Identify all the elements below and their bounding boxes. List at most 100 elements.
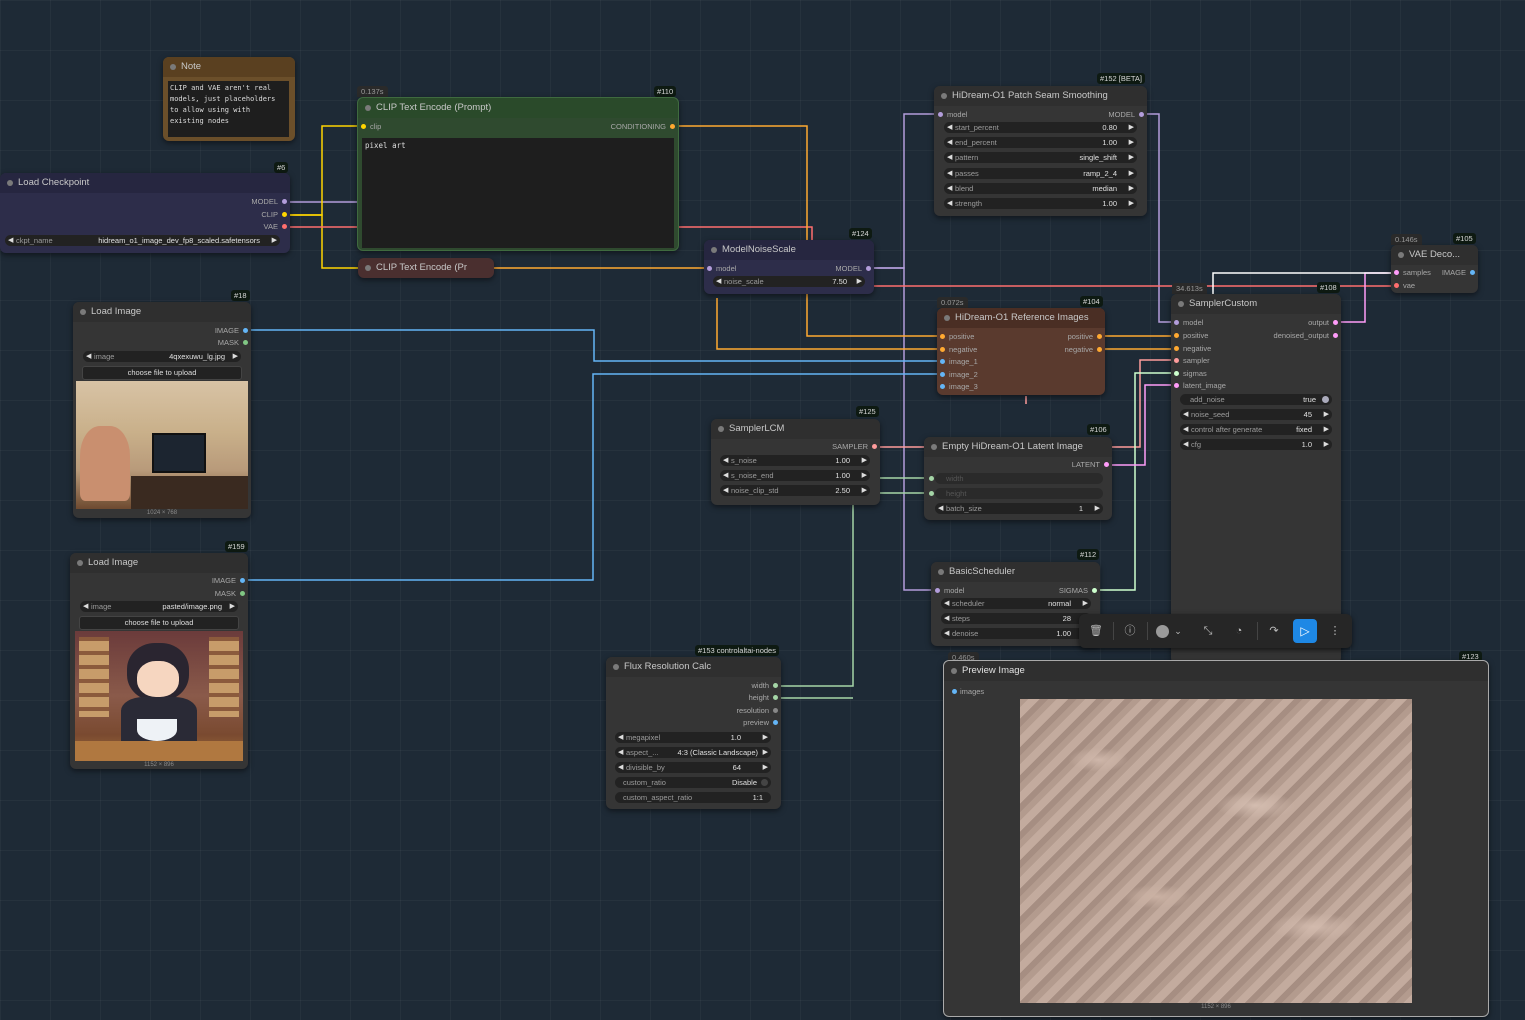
input-model-dot[interactable]	[707, 266, 712, 271]
arrow-left-icon[interactable]: ◀	[947, 122, 952, 133]
end-percent-widget[interactable]: ◀ end_percent 1.00 ▶	[944, 137, 1137, 148]
custom-ratio-toggle[interactable]: custom_ratio Disable	[615, 777, 771, 788]
arrow-left-icon[interactable]: ◀	[947, 137, 952, 148]
s-noise-widget[interactable]: ◀ s_noise 1.00 ▶	[720, 455, 870, 466]
arrow-right-icon[interactable]: ▶	[1083, 598, 1088, 609]
output-clip-dot[interactable]	[282, 212, 287, 217]
aspect-ratio-widget[interactable]: ◀ aspect_... 4:3 (Classic Landscape) ▶	[615, 747, 771, 758]
custom-aspect-ratio-widget[interactable]: custom_aspect_ratio 1:1	[615, 792, 771, 803]
output-latent-dot[interactable]	[1104, 462, 1109, 467]
arrow-left-icon[interactable]: ◀	[723, 455, 728, 466]
chevron-down-icon[interactable]: ⌄	[1169, 622, 1187, 640]
arrow-right-icon[interactable]: ▶	[233, 351, 238, 362]
arrow-right-icon[interactable]: ▶	[1095, 503, 1100, 514]
arrow-left-icon[interactable]: ◀	[86, 351, 91, 362]
input-samples-dot[interactable]	[1394, 270, 1399, 275]
megapixel-widget[interactable]: ◀ megapixel 1.0 ▶	[615, 732, 771, 743]
arrow-right-icon[interactable]: ▶	[1129, 152, 1134, 163]
arrow-left-icon[interactable]: ◀	[947, 152, 952, 163]
input-negative-dot[interactable]	[1174, 346, 1179, 351]
add-noise-toggle[interactable]: add_noise true	[1180, 394, 1332, 405]
arrow-left-icon[interactable]: ◀	[947, 198, 952, 209]
flux-resolution-node[interactable]: Flux Resolution Calc width height resolu…	[606, 657, 781, 809]
arrow-left-icon[interactable]: ◀	[723, 470, 728, 481]
sampler-lcm-node[interactable]: SamplerLCM SAMPLER ◀ s_noise 1.00 ▶ ◀ s_nois…	[711, 419, 880, 505]
arrow-right-icon[interactable]: ▶	[1129, 168, 1134, 179]
input-image-3-dot[interactable]	[940, 384, 945, 389]
prompt-textarea[interactable]: pixel art	[362, 138, 674, 248]
arrow-left-icon[interactable]: ◀	[947, 183, 952, 194]
input-positive-dot[interactable]	[940, 334, 945, 339]
arrow-left-icon[interactable]: ◀	[618, 762, 623, 773]
redo-icon[interactable]: ↷	[1265, 622, 1283, 640]
output-model-dot[interactable]	[866, 266, 871, 271]
arrow-right-icon[interactable]: ▶	[1324, 409, 1329, 420]
input-latent-image-dot[interactable]	[1174, 383, 1179, 388]
input-height-dot[interactable]	[929, 491, 934, 496]
arrow-left-icon[interactable]: ◀	[944, 613, 949, 624]
arrow-left-icon[interactable]: ◀	[938, 503, 943, 514]
passes-widget[interactable]: ◀ passes ramp_2_4 ▶	[944, 168, 1137, 179]
output-positive-dot[interactable]	[1097, 334, 1102, 339]
note-node[interactable]: Note CLIP and VAE aren't real models, ju…	[163, 57, 295, 141]
output-sampler-dot[interactable]	[872, 444, 877, 449]
fit-view-icon[interactable]: ⤡	[1199, 622, 1217, 640]
input-positive-dot[interactable]	[1174, 333, 1179, 338]
arrow-left-icon[interactable]: ◀	[618, 732, 623, 743]
arrow-right-icon[interactable]: ▶	[857, 276, 862, 287]
arrow-left-icon[interactable]: ◀	[944, 628, 949, 639]
input-image-1-dot[interactable]	[940, 359, 945, 364]
load-image-node[interactable]: Load Image IMAGE MASK ◀ image 4qxexuwu_l…	[73, 302, 251, 518]
sampler-custom-node[interactable]: SamplerCustom model positive negative sa…	[1171, 294, 1341, 664]
upload-button[interactable]: choose file to upload	[79, 616, 239, 630]
arrow-right-icon[interactable]: ▶	[1129, 137, 1134, 148]
toggle-on-icon[interactable]	[1322, 396, 1329, 403]
output-resolution-dot[interactable]	[773, 708, 778, 713]
arrow-right-icon[interactable]: ▶	[1129, 122, 1134, 133]
vae-decode-node[interactable]: VAE Deco... samples vae IMAGE	[1391, 245, 1478, 293]
arrow-right-icon[interactable]: ▶	[862, 455, 867, 466]
arrow-right-icon[interactable]: ▶	[1324, 439, 1329, 450]
input-sampler-dot[interactable]	[1174, 358, 1179, 363]
output-mask-dot[interactable]	[243, 340, 248, 345]
bypass-icon[interactable]: ◔	[1230, 622, 1248, 640]
input-clip-dot[interactable]	[361, 124, 366, 129]
output-output-dot[interactable]	[1333, 320, 1338, 325]
output-vae-dot[interactable]	[282, 224, 287, 229]
output-image-dot[interactable]	[240, 578, 245, 583]
input-model-dot[interactable]	[938, 112, 943, 117]
input-sigmas-dot[interactable]	[1174, 371, 1179, 376]
basic-scheduler-node[interactable]: BasicScheduler model SIGMAS ◀ scheduler no…	[931, 562, 1100, 646]
model-noise-scale-node[interactable]: ModelNoiseScale model MODEL ◀ noise_scal…	[704, 240, 874, 294]
s-noise-end-widget[interactable]: ◀ s_noise_end 1.00 ▶	[720, 470, 870, 481]
ckpt-name-widget[interactable]: ◀ ckpt_name hidream_o1_image_dev_fp8_sca…	[5, 235, 280, 246]
image-select-widget[interactable]: ◀ image 4qxexuwu_lg.jpg ▶	[83, 351, 241, 362]
arrow-left-icon[interactable]: ◀	[618, 747, 623, 758]
scheduler-widget[interactable]: ◀ scheduler normal ▶	[941, 598, 1091, 609]
arrow-left-icon[interactable]: ◀	[716, 276, 721, 287]
arrow-right-icon[interactable]: ▶	[763, 732, 768, 743]
reference-images-node[interactable]: HiDream-O1 Reference Images positive neg…	[937, 308, 1105, 395]
clip-text-encode-collapsed-node[interactable]: CLIP Text Encode (Pr	[358, 258, 494, 278]
output-conditioning-dot[interactable]	[670, 124, 675, 129]
output-preview-dot[interactable]	[773, 720, 778, 725]
patch-seam-smoothing-node[interactable]: HiDream-O1 Patch Seam Smoothing model MO…	[934, 86, 1147, 216]
start-percent-widget[interactable]: ◀ start_percent 0.80 ▶	[944, 122, 1137, 133]
load-checkpoint-node[interactable]: Load Checkpoint MODEL CLIP VAE ◀ ckpt_na…	[0, 173, 290, 253]
batch-size-widget[interactable]: ◀ batch_size 1 ▶	[935, 503, 1103, 514]
output-image-dot[interactable]	[243, 328, 248, 333]
input-width-dot[interactable]	[929, 476, 934, 481]
noise-scale-widget[interactable]: ◀ noise_scale 7.50 ▶	[713, 276, 865, 287]
input-vae-dot[interactable]	[1394, 283, 1399, 288]
arrow-right-icon[interactable]: ▶	[763, 762, 768, 773]
arrow-right-icon[interactable]: ▶	[1129, 183, 1134, 194]
toggle-off-icon[interactable]	[761, 779, 768, 786]
arrow-left-icon[interactable]: ◀	[1183, 439, 1188, 450]
run-icon[interactable]: ▷	[1293, 619, 1317, 643]
note-text[interactable]: CLIP and VAE aren't real models, just pl…	[168, 81, 289, 137]
pattern-widget[interactable]: ◀ pattern single_shift ▶	[944, 152, 1137, 163]
input-model-dot[interactable]	[935, 588, 940, 593]
output-sigmas-dot[interactable]	[1092, 588, 1097, 593]
arrow-left-icon[interactable]: ◀	[1183, 409, 1188, 420]
output-mask-dot[interactable]	[240, 591, 245, 596]
